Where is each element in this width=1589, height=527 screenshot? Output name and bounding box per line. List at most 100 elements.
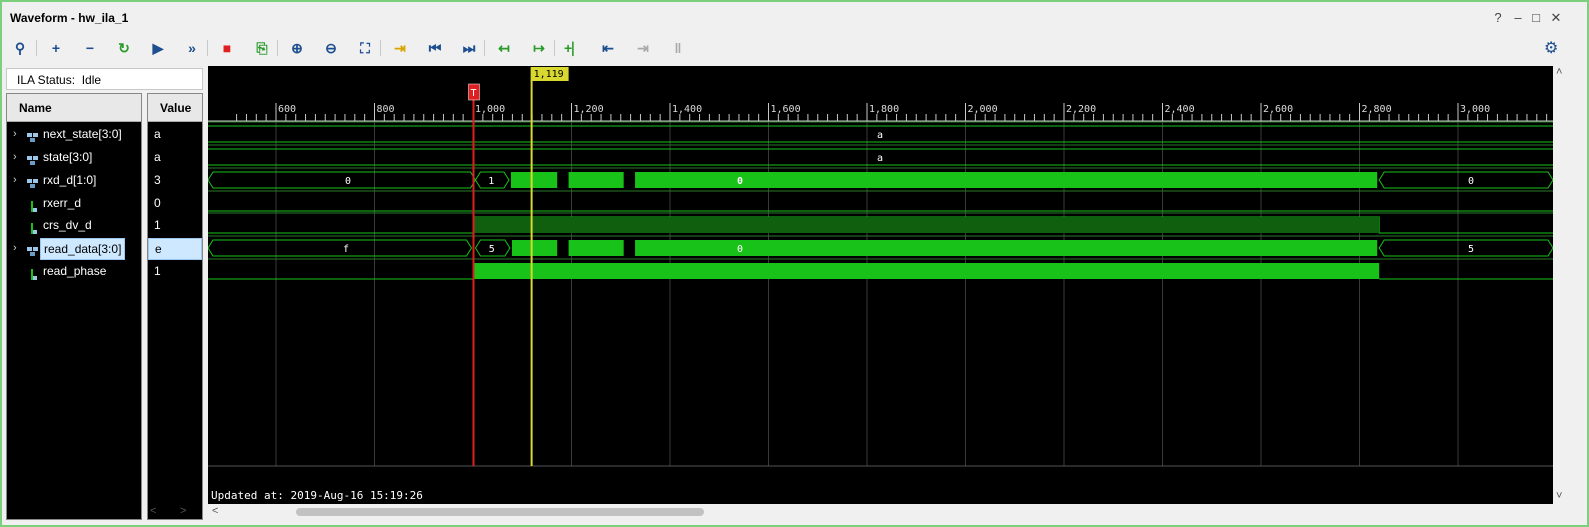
vertical-scrollbar[interactable]: ˄ ˅ — [1553, 66, 1567, 504]
remove-signal-icon[interactable]: − — [80, 38, 100, 58]
ila-status-value: Idle — [81, 73, 102, 87]
scroll-down-arrow-icon[interactable]: ˅ — [1556, 490, 1562, 502]
search-icon[interactable]: ⚲ — [10, 38, 30, 58]
ruler-tick-label: 2,600 — [1263, 104, 1293, 115]
rxd-d-wave-dense-segment — [510, 172, 558, 188]
toolbar-separator — [380, 40, 381, 56]
goto-end-icon[interactable]: ⏭ — [459, 38, 479, 58]
title-bar: Waveform - hw_ila_1 ? – □ ✕ — [2, 4, 1587, 32]
read-data-wave-dense-segment — [635, 240, 1378, 256]
waveform-canvas[interactable]: 600 800 1,000 1,200 1,400 1,600 1,800 2,000 2,20… — [207, 66, 1554, 504]
signal-name: state[3:0] — [43, 150, 93, 164]
next-transition-icon[interactable]: ↦ — [529, 38, 549, 58]
names-scroll-right-icon[interactable]: > — [180, 505, 186, 517]
signal-name: rxerr_d — [43, 196, 82, 210]
signal-row[interactable]: rxerr_d — [7, 193, 141, 215]
signal-row[interactable]: › read_data[3:0] — [7, 238, 141, 260]
run-trigger-icon[interactable]: ▶ — [148, 38, 168, 58]
signal-value: 1 — [154, 218, 161, 232]
read-data-wave-segment — [207, 239, 473, 257]
signal-value: 3 — [154, 173, 161, 187]
state-wave-label: a — [877, 153, 883, 164]
wire-icon — [27, 198, 39, 212]
expand-chevron-icon[interactable]: › — [13, 170, 17, 190]
add-signal-icon[interactable]: + — [46, 38, 66, 58]
prev-transition-icon[interactable]: ↤ — [494, 38, 514, 58]
toolbar: ⚲ + − ↻ ▶ » ■ ⎘ ⊕ ⊖ ⛶ ⇥ ⏮ ⏭ ↤ ↦ +⎸ ⇤ ⇥ ‖ — [2, 34, 1587, 62]
signal-row[interactable]: › rxd_d[1:0] — [7, 170, 141, 192]
ruler-tick-label: 1,000 — [475, 104, 505, 115]
bus-icon — [27, 152, 39, 165]
names-scroll-left-icon[interactable]: < — [150, 505, 156, 517]
signal-row[interactable]: › next_state[3:0] — [7, 124, 141, 146]
signal-value: a — [154, 127, 161, 141]
scroll-thumb[interactable] — [296, 508, 704, 516]
ruler-tick-label: 1,200 — [574, 104, 604, 115]
rxd-d-label: 0 — [1468, 176, 1474, 187]
ruler-tick-label: 1,400 — [672, 104, 702, 115]
goto-cursor-icon[interactable]: ⇥ — [390, 38, 410, 58]
run-immediate-icon[interactable]: » — [182, 38, 202, 58]
expand-chevron-icon[interactable]: › — [13, 124, 17, 144]
scroll-up-arrow-icon[interactable]: ˄ — [1556, 66, 1562, 78]
scroll-left-arrow-icon[interactable]: < — [212, 505, 218, 517]
bus-icon — [27, 175, 39, 188]
wire-icon — [27, 266, 39, 280]
bus-icon — [27, 243, 39, 256]
swap-cursors-icon[interactable]: ‖ — [668, 38, 688, 58]
signal-value-panel: Value aa 3 0 1 e 1 — [147, 93, 203, 520]
signal-value: 0 — [154, 196, 161, 210]
signal-row[interactable]: read_phase — [7, 261, 141, 283]
toolbar-separator — [484, 40, 485, 56]
zoom-in-icon[interactable]: ⊕ — [287, 38, 307, 58]
signal-name-panel: Name › next_state[3:0] › state[3:0] › rxd_d[1… — [6, 93, 142, 520]
signal-row[interactable]: › state[3:0] — [7, 147, 141, 169]
waveform-window: Waveform - hw_ila_1 ? – □ ✕ ⚲ + − ↻ ▶ » ■ ⎘ ⊕ ⊖ ⛶ ⇥… — [0, 0, 1589, 527]
toolbar-separator — [554, 40, 555, 56]
updated-at-text: Updated at: 2019-Aug-16 15:19:26 — [211, 489, 423, 502]
signal-row[interactable]: crs_dv_d — [7, 215, 141, 237]
trigger-label: T — [470, 88, 476, 99]
maximize-icon[interactable]: □ — [1528, 10, 1544, 26]
ruler-tick-label: 2,200 — [1066, 104, 1096, 115]
ruler-tick-label: 1,600 — [771, 104, 801, 115]
minimize-icon[interactable]: – — [1510, 10, 1526, 26]
ruler-tick-label: 800 — [377, 104, 395, 115]
signal-name: rxd_d[1:0] — [43, 173, 97, 187]
ruler-tick-label: 3,000 — [1460, 104, 1490, 115]
read-data-wave-dense-segment — [511, 240, 558, 256]
signal-value: 1 — [154, 264, 161, 278]
add-marker-icon[interactable]: +⎸ — [564, 38, 586, 58]
expand-chevron-icon[interactable]: › — [13, 147, 17, 167]
rxd-d-label: 0 — [345, 176, 351, 187]
horizontal-scrollbar[interactable]: < — [208, 505, 1553, 519]
ruler-tick-label: 600 — [278, 104, 296, 115]
help-icon[interactable]: ? — [1490, 10, 1506, 26]
zoom-fit-icon[interactable]: ⛶ — [355, 38, 375, 58]
next-state-wave-label: a — [877, 130, 883, 141]
rerun-icon[interactable]: ↻ — [114, 38, 134, 58]
prev-marker-icon[interactable]: ⇤ — [598, 38, 618, 58]
name-column-header[interactable]: Name — [7, 94, 141, 122]
ruler-tick-label: 1,800 — [869, 104, 899, 115]
settings-icon[interactable]: ⚙ — [1544, 38, 1558, 58]
read-data-label: f — [343, 244, 349, 255]
signal-name: crs_dv_d — [43, 218, 92, 232]
signal-name: read_phase — [43, 264, 107, 278]
export-icon[interactable]: ⎘ — [252, 38, 272, 58]
read-data-wave-dense-segment — [568, 240, 624, 256]
ruler-tick-label: 2,400 — [1165, 104, 1195, 115]
toolbar-separator — [36, 40, 37, 56]
expand-chevron-icon[interactable]: › — [13, 238, 17, 258]
next-marker-icon[interactable]: ⇥ — [633, 38, 653, 58]
rxd-d-wave-dense-segment — [635, 172, 1378, 188]
value-column-header[interactable]: Value — [148, 94, 202, 122]
rxd-d-wave-segment — [1378, 171, 1554, 189]
wire-icon — [27, 220, 39, 234]
read-data-label: 5 — [1468, 244, 1474, 255]
close-icon[interactable]: ✕ — [1548, 10, 1564, 26]
zoom-out-icon[interactable]: ⊖ — [321, 38, 341, 58]
stop-icon[interactable]: ■ — [217, 38, 237, 58]
goto-start-icon[interactable]: ⏮ — [425, 38, 445, 58]
signal-name: read_data[3:0] — [40, 238, 126, 260]
